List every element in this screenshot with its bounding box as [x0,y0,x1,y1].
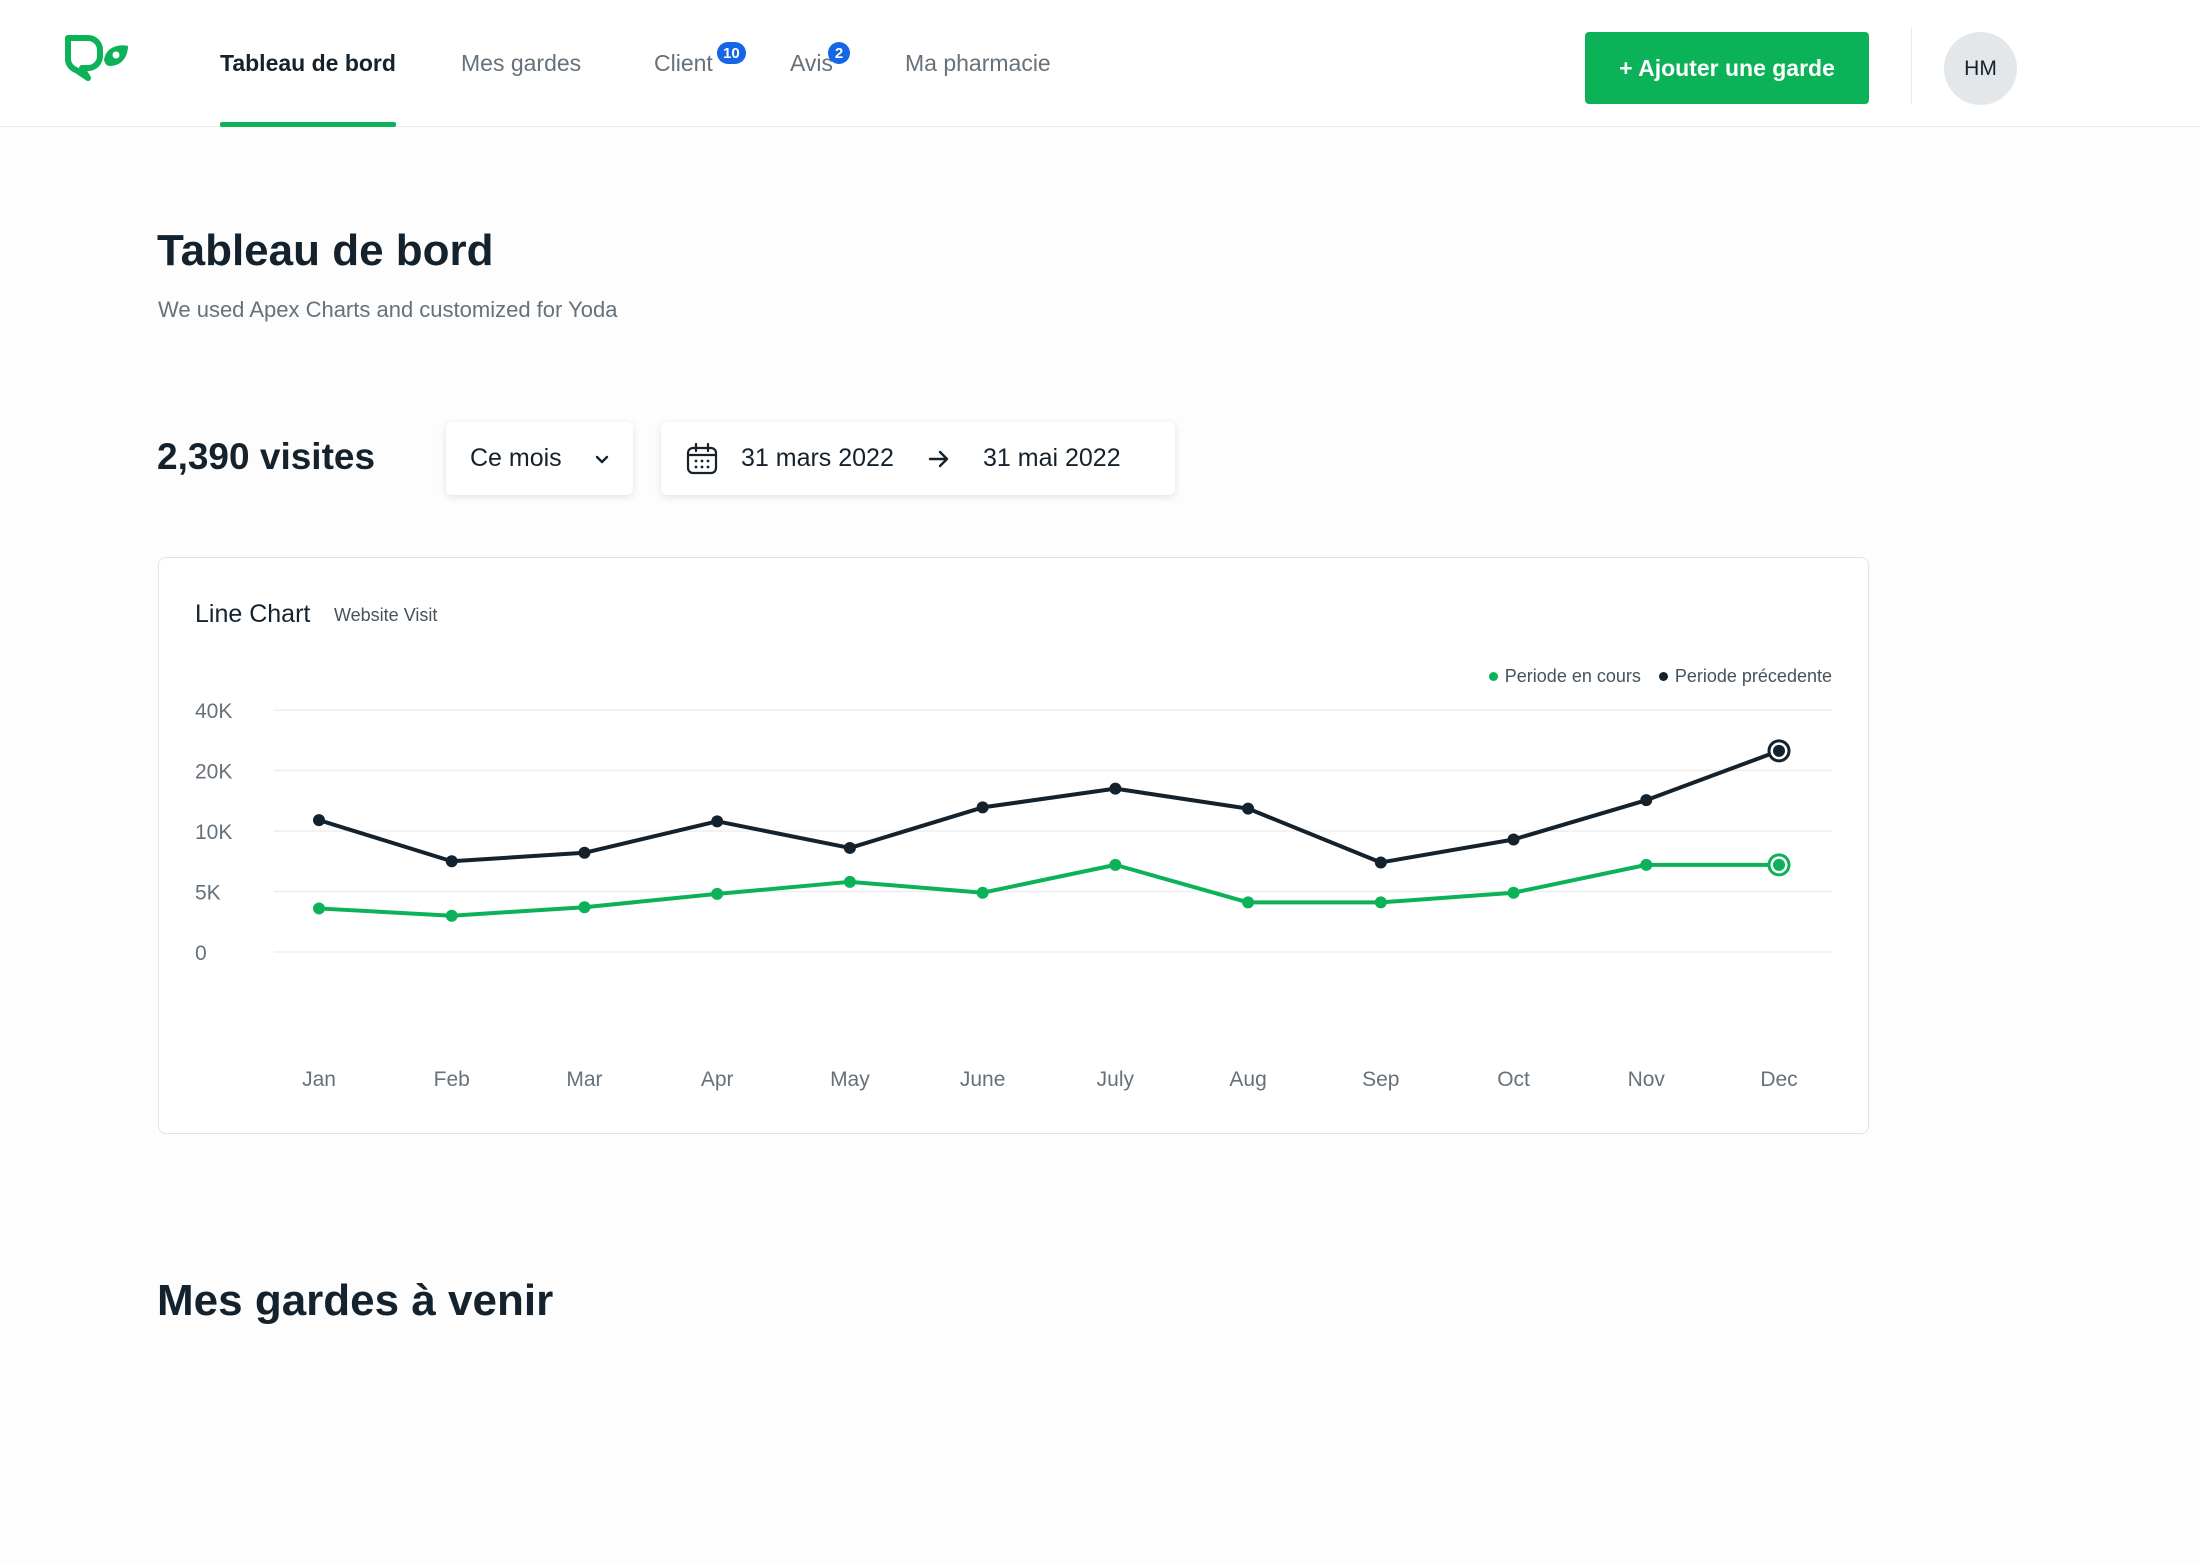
data-point [313,902,325,915]
nav-tab-tableau-de-bord[interactable]: Tableau de bord [220,0,396,127]
x-tick-label: Dec [1760,1068,1797,1091]
y-tick-label: 20K [195,761,232,784]
data-point [1640,858,1653,871]
data-point [843,875,856,888]
x-tick-label: Sep [1362,1068,1399,1091]
data-point [711,887,724,900]
nav-tab-label: Avis [790,50,834,76]
x-tick-label: Jan [302,1068,336,1091]
chevron-down-icon [595,455,609,464]
data-point [1507,886,1520,899]
nav-tab-label: Mes gardes [461,50,582,76]
nav-tab-avis[interactable]: Avis [790,0,833,127]
legend-marker [1488,672,1498,681]
client-count-badge: 10 [717,42,746,64]
period-dropdown-value: Ce mois [470,444,562,472]
data-point [445,855,458,868]
user-avatar[interactable]: HM [1944,32,2017,105]
nav-tab-mes-gardes[interactable]: Mes gardes [461,0,581,127]
top-navigation-bar: Tableau de bord Mes gardes Client 10 Avi… [0,0,2200,127]
data-point [445,909,458,922]
x-tick-label: Apr [701,1068,734,1091]
x-tick-label: June [960,1068,1006,1091]
nav-tab-label: Client [654,50,713,76]
y-tick-label: 0 [195,942,207,965]
date-range-picker[interactable]: 31 mars 2022 31 mai 2022 [661,422,1175,495]
x-tick-label: July [1097,1068,1135,1091]
data-point [976,886,989,899]
app-logo[interactable] [62,34,132,90]
period-dropdown[interactable]: Ce mois [446,422,633,495]
legend-label: Periode précedente [1674,666,1832,686]
data-point [578,846,591,859]
legend-item-previous[interactable]: Periode précedente [1658,666,1832,687]
date-from: 31 mars 2022 [741,444,894,472]
page-subtitle: We used Apex Charts and customized for Y… [158,297,618,322]
data-point [1374,856,1387,869]
x-tick-label: Oct [1497,1068,1530,1091]
data-point [1109,858,1122,871]
x-tick-label: Aug [1229,1068,1266,1091]
active-tab-indicator [220,122,396,127]
y-tick-label: 5K [195,882,221,905]
data-point [1374,896,1387,909]
nav-tab-label: Ma pharmacie [905,50,1051,76]
data-point [1242,802,1255,815]
chart-title: Line Chart [195,600,311,628]
data-point [1773,744,1785,757]
legend-item-current[interactable]: Periode en cours [1488,666,1641,687]
x-tick-label: Mar [566,1068,602,1091]
chart-legend: Periode en cours Periode précedente [1488,666,1832,687]
avis-count-badge: 2 [828,42,850,64]
page-title: Tableau de bord [157,226,494,275]
data-point [976,801,989,814]
data-point [843,841,856,854]
x-tick-label: May [830,1068,870,1091]
visits-count: 2,390 visites [157,436,376,477]
date-to: 31 mai 2022 [983,444,1121,472]
legend-marker [1658,672,1668,681]
data-point [1640,794,1653,807]
legend-label: Periode en cours [1504,666,1641,686]
nav-tab-client[interactable]: Client [654,0,713,127]
nav-tab-label: Tableau de bord [220,50,396,76]
data-point [711,815,724,828]
nav-tab-ma-pharmacie[interactable]: Ma pharmacie [905,0,1051,127]
line-chart-card: 0 5K 10K 20K 40K Jan Feb Mar Apr May June July Aug Se… [158,557,1869,1134]
data-point [1773,858,1785,871]
data-point [313,814,325,827]
arrow-right-icon [928,450,949,468]
y-tick-label: 10K [195,821,232,844]
upcoming-gardes-title: Mes gardes à venir [157,1276,554,1325]
add-garde-button[interactable]: + Ajouter une garde [1585,32,1869,104]
data-point [578,901,591,914]
x-tick-label: Feb [434,1068,470,1091]
header-divider [1911,28,1912,104]
line-chart: 0 5K 10K 20K 40K Jan Feb Mar Apr May June July Aug Se… [195,700,1832,1091]
data-point [1109,782,1122,795]
series-line-current [317,862,1781,918]
x-tick-label: Nov [1628,1068,1666,1091]
y-tick-label: 40K [195,700,232,723]
calendar-icon [686,442,718,475]
chart-subtitle: Website Visit [334,605,438,625]
data-point [1507,833,1520,846]
series-line-previous [317,748,1781,865]
data-point [1242,896,1255,909]
